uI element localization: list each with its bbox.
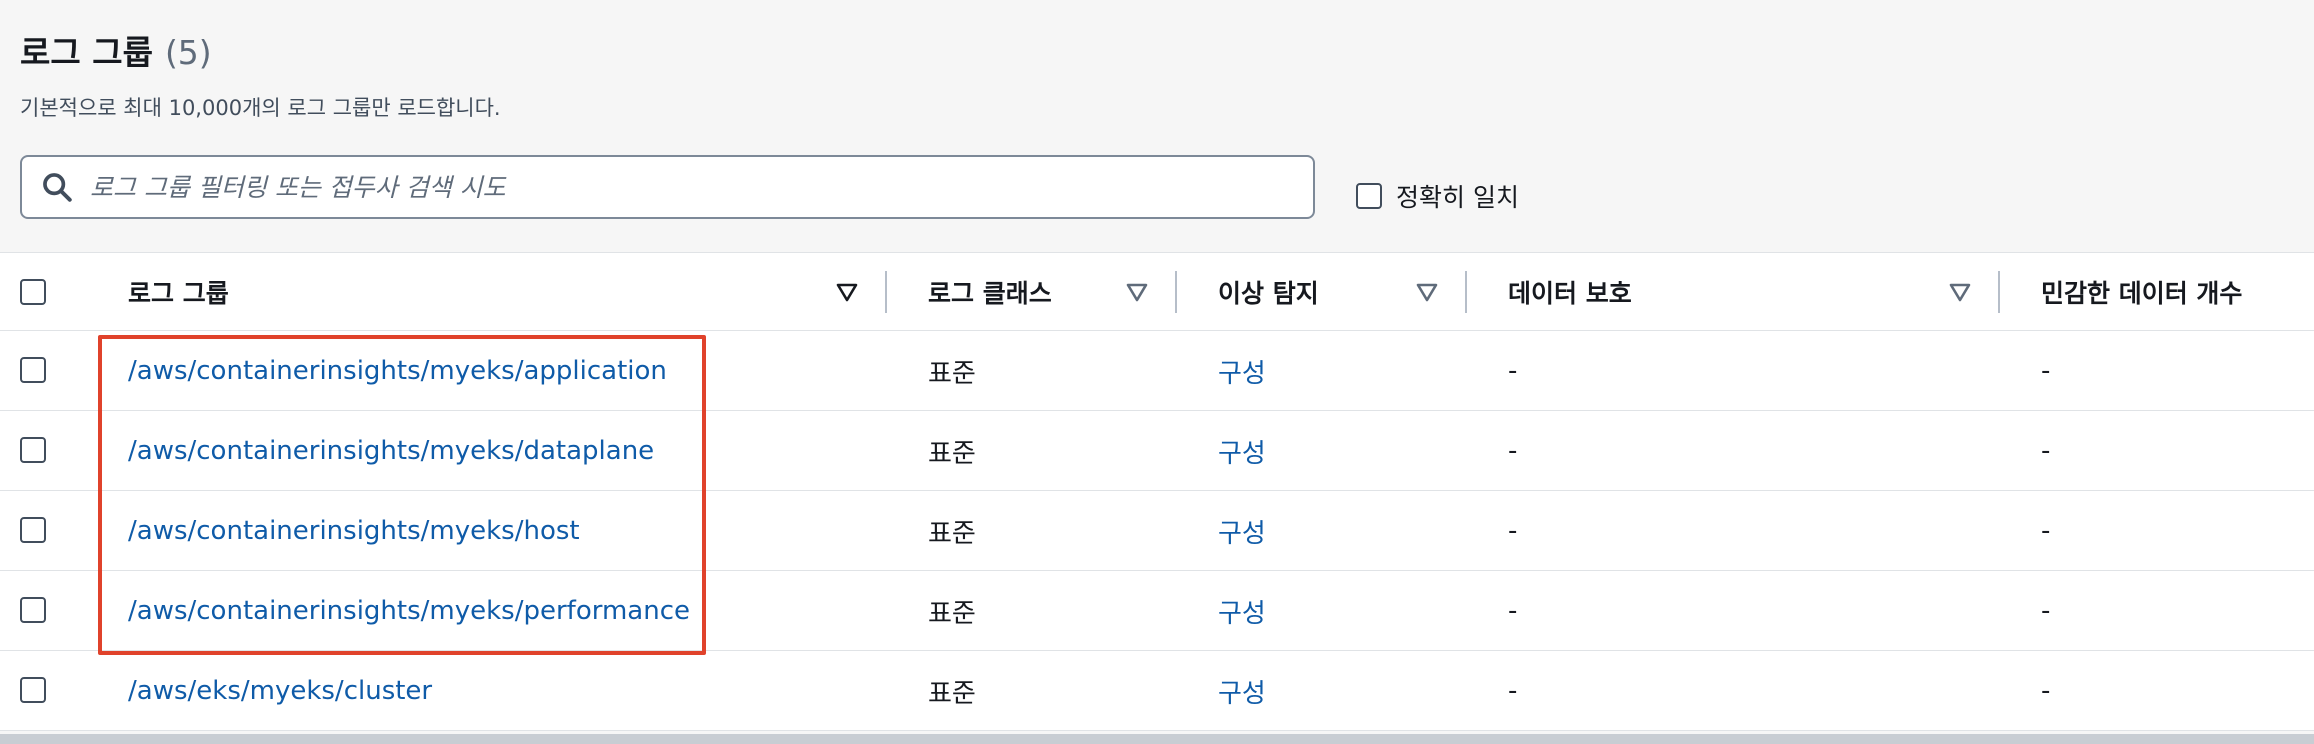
sort-icon[interactable]: [1125, 280, 1149, 304]
log-groups-page: 로그 그룹 (5) 기본적으로 최대 10,000개의 로그 그룹만 로드합니다…: [0, 0, 2314, 744]
log-group-link[interactable]: /aws/containerinsights/myeks/performance: [128, 596, 690, 626]
log-class-value: 표준: [928, 518, 976, 549]
table-row: /aws/eks/myeks/cluster 표준 구성 - -: [0, 651, 2314, 731]
data-protection-value: -: [1508, 356, 1518, 386]
exact-match-checkbox[interactable]: [1356, 183, 1382, 209]
page-title-text: 로그 그룹: [20, 33, 153, 72]
log-groups-table: 로그 그룹 로그 클래스 이상 탐지 데이터 보호 민감한 데이터 개수 /aw…: [0, 252, 2314, 731]
table-row: /aws/containerinsights/myeks/host 표준 구성 …: [0, 491, 2314, 571]
sort-icon[interactable]: [1948, 280, 1972, 304]
sort-icon[interactable]: [835, 280, 859, 304]
data-protection-value: -: [1508, 676, 1518, 706]
sensitive-data-count-value: -: [2041, 676, 2051, 706]
sensitive-data-count-value: -: [2041, 596, 2051, 626]
column-header-label: 이상 탐지: [1218, 279, 1319, 308]
anomaly-configure-link[interactable]: 구성: [1218, 433, 1266, 470]
sensitive-data-count-value: -: [2041, 356, 2051, 386]
anomaly-configure-link[interactable]: 구성: [1218, 353, 1266, 390]
search-box[interactable]: [20, 155, 1315, 219]
column-header-label: 로그 클래스: [928, 279, 1052, 308]
row-checkbox[interactable]: [20, 597, 46, 623]
column-header-log-group[interactable]: 로그 그룹: [128, 253, 229, 331]
row-checkbox[interactable]: [20, 517, 46, 543]
log-group-link[interactable]: /aws/containerinsights/myeks/host: [128, 516, 580, 546]
column-header-anomaly-detection[interactable]: 이상 탐지: [1218, 253, 1319, 331]
log-group-link[interactable]: /aws/containerinsights/myeks/application: [128, 356, 667, 386]
column-header-log-class[interactable]: 로그 클래스: [928, 253, 1052, 331]
column-header-data-protection[interactable]: 데이터 보호: [1508, 253, 1632, 331]
horizontal-scrollbar[interactable]: [0, 734, 2314, 744]
row-checkbox[interactable]: [20, 677, 46, 703]
log-class-value: 표준: [928, 598, 976, 629]
column-header-label: 데이터 보호: [1508, 279, 1632, 308]
page-title: 로그 그룹 (5): [20, 26, 212, 74]
column-divider[interactable]: [1465, 271, 1467, 313]
column-divider[interactable]: [1998, 271, 2000, 313]
log-group-link[interactable]: /aws/containerinsights/myeks/dataplane: [128, 436, 654, 466]
sensitive-data-count-value: -: [2041, 436, 2051, 466]
exact-match-toggle[interactable]: 정확히 일치: [1356, 178, 1519, 214]
log-class-value: 표준: [928, 678, 976, 709]
select-all-checkbox[interactable]: [20, 279, 46, 305]
column-divider[interactable]: [1175, 271, 1177, 313]
anomaly-configure-link[interactable]: 구성: [1218, 513, 1266, 550]
table-row: /aws/containerinsights/myeks/application…: [0, 331, 2314, 411]
column-header-label: 민감한 데이터 개수: [2041, 279, 2243, 308]
row-checkbox[interactable]: [20, 437, 46, 463]
table-header: 로그 그룹 로그 클래스 이상 탐지 데이터 보호 민감한 데이터 개수: [0, 253, 2314, 331]
data-protection-value: -: [1508, 436, 1518, 466]
log-class-value: 표준: [928, 438, 976, 469]
log-class-value: 표준: [928, 358, 976, 389]
column-header-label: 로그 그룹: [128, 279, 229, 308]
search-input[interactable]: [90, 165, 1270, 209]
anomaly-configure-link[interactable]: 구성: [1218, 673, 1266, 710]
anomaly-configure-link[interactable]: 구성: [1218, 593, 1266, 630]
column-header-sensitive-data-count[interactable]: 민감한 데이터 개수: [2041, 253, 2242, 331]
sensitive-data-count-value: -: [2041, 516, 2051, 546]
table-row: /aws/containerinsights/myeks/dataplane 표…: [0, 411, 2314, 491]
page-description: 기본적으로 최대 10,000개의 로그 그룹만 로드합니다.: [20, 96, 501, 120]
sort-icon[interactable]: [1415, 280, 1439, 304]
data-protection-value: -: [1508, 596, 1518, 626]
data-protection-value: -: [1508, 516, 1518, 546]
exact-match-label: 정확히 일치: [1396, 183, 1519, 212]
column-divider[interactable]: [885, 271, 887, 313]
log-group-count: (5): [164, 33, 212, 72]
row-checkbox[interactable]: [20, 357, 46, 383]
table-row: /aws/containerinsights/myeks/performance…: [0, 571, 2314, 651]
search-icon: [43, 173, 72, 202]
log-group-link[interactable]: /aws/eks/myeks/cluster: [128, 676, 432, 706]
